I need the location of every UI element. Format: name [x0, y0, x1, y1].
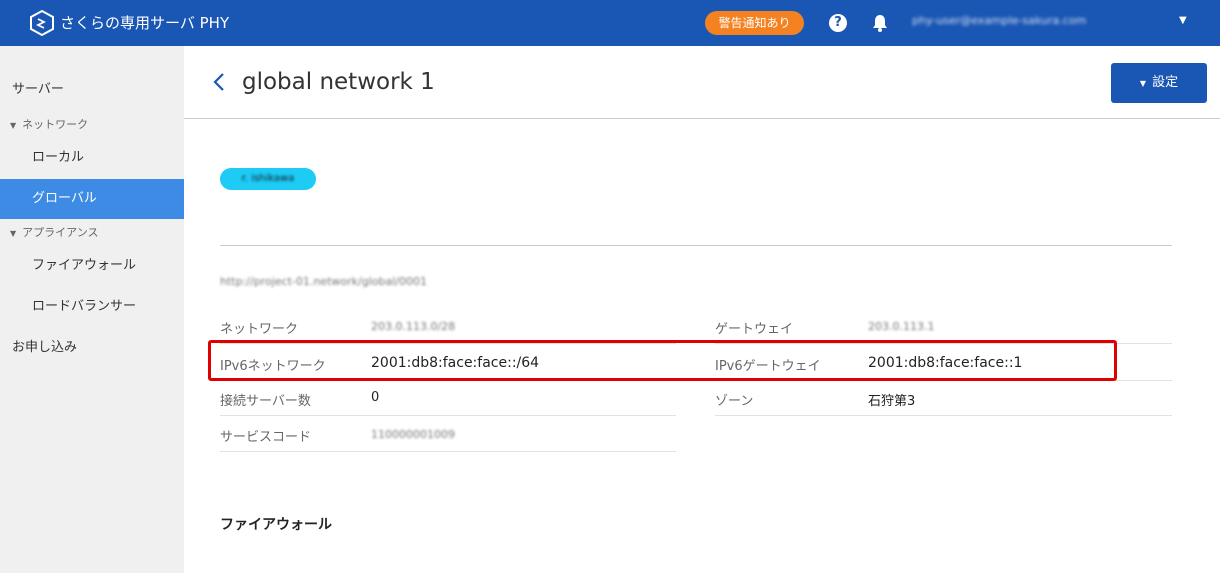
ipv6-network-label: IPv6ネットワーク: [220, 359, 326, 374]
zone-label: ゾーン: [715, 394, 754, 409]
connected-servers-label: 接続サーバー数: [220, 394, 311, 409]
zone-value: 石狩第3: [868, 394, 916, 409]
top-bar: さくらの専用サーバ PHY 警告通知あり ? phy-user@example-…: [0, 0, 1220, 46]
sidebar-group-network[interactable]: ▼ ネットワーク: [0, 115, 184, 135]
sidebar-group-label: アプライアンス: [22, 226, 99, 239]
divider: [220, 245, 1172, 246]
network-label: ネットワーク: [220, 322, 299, 337]
sidebar-group-appliance[interactable]: ▼ アプライアンス: [0, 223, 184, 243]
ipv6-gateway-value: 2001:db8:face:face::1: [868, 355, 1023, 371]
ipv6-gateway-label: IPv6ゲートウェイ: [715, 359, 821, 374]
owner-tag[interactable]: r. ishikawa: [220, 168, 316, 190]
help-icon[interactable]: ?: [829, 14, 847, 32]
brand[interactable]: さくらの専用サーバ PHY: [30, 10, 229, 36]
sidebar-item-application[interactable]: お申し込み: [0, 328, 184, 368]
gateway-value: 203.0.113.1: [868, 320, 935, 333]
sakura-logo-icon: [30, 10, 54, 36]
detail-row-network: ネットワーク 203.0.113.0/28: [220, 308, 676, 344]
description: http://project-01.network/global/0001: [220, 275, 427, 288]
detail-row-gateway: ゲートウェイ 203.0.113.1: [715, 308, 1172, 344]
detail-row-ipv6-gateway: IPv6ゲートウェイ 2001:db8:face:face::1: [715, 345, 1172, 381]
sidebar-item-firewall[interactable]: ファイアウォール: [0, 246, 184, 286]
page-header: global network 1 ▼ 設定: [184, 46, 1220, 119]
page-title: global network 1: [242, 69, 435, 95]
brand-title: さくらの専用サーバ PHY: [60, 14, 230, 32]
section-title-firewall: ファイアウォール: [220, 517, 332, 533]
detail-row-service-code: サービスコード 110000001009: [220, 416, 676, 452]
network-value: 203.0.113.0/28: [371, 320, 456, 333]
sidebar-item-load-balancer[interactable]: ロードバランサー: [0, 287, 184, 327]
settings-button-label: 設定: [1152, 75, 1179, 90]
detail-row-connected-servers: 接続サーバー数 0: [220, 380, 676, 416]
sidebar-group-label: ネットワーク: [22, 118, 89, 131]
detail-row-zone: ゾーン 石狩第3: [715, 380, 1172, 416]
bell-icon[interactable]: [870, 13, 890, 33]
expand-triangle-icon: ▼: [10, 229, 17, 238]
back-chevron-icon[interactable]: [212, 72, 226, 92]
alert-badge[interactable]: 警告通知あり: [705, 11, 804, 35]
caret-down-icon: ▼: [1139, 79, 1147, 88]
sidebar-item-global[interactable]: グローバル: [0, 179, 184, 219]
gateway-label: ゲートウェイ: [715, 322, 794, 337]
connected-servers-value: 0: [371, 390, 380, 405]
sidebar-item-servers[interactable]: サーバー: [0, 70, 184, 110]
detail-row-ipv6-network: IPv6ネットワーク 2001:db8:face:face::/64: [220, 345, 676, 381]
ipv6-network-value: 2001:db8:face:face::/64: [371, 355, 540, 371]
owner-tag-label: r. ishikawa: [241, 173, 295, 184]
sidebar: サーバー ▼ ネットワーク ローカル グローバル ▼ アプライアンス ファイアウォー…: [0, 46, 184, 573]
settings-button[interactable]: ▼ 設定: [1111, 63, 1207, 103]
service-code-label: サービスコード: [220, 430, 312, 445]
user-menu-caret-icon[interactable]: ▼: [1179, 15, 1187, 26]
expand-triangle-icon: ▼: [10, 121, 17, 130]
sidebar-item-local[interactable]: ローカル: [0, 138, 184, 178]
service-code-value: 110000001009: [371, 428, 455, 441]
user-email[interactable]: phy-user@example-sakura.com: [912, 14, 1167, 30]
